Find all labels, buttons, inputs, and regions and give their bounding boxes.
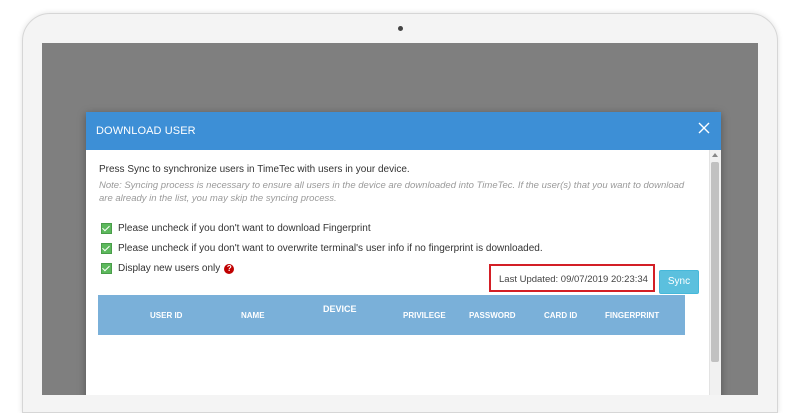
- sync-note: Note: Syncing process is necessary to en…: [99, 180, 685, 204]
- camera-icon: [398, 26, 403, 31]
- modal-scrollbar[interactable]: [709, 150, 721, 395]
- checkbox-checked-icon[interactable]: [101, 243, 112, 254]
- scrollbar-thumb[interactable]: [711, 162, 719, 362]
- column-header-privilege[interactable]: PRIVILEGE: [403, 311, 446, 320]
- modal-header: DOWNLOAD USER: [86, 112, 721, 150]
- download-user-modal: DOWNLOAD USER Press Sync to synchronize …: [86, 112, 721, 395]
- option-download-fingerprint[interactable]: Please uncheck if you don't want to down…: [101, 223, 371, 234]
- column-header-user-id[interactable]: USER ID: [150, 311, 182, 320]
- modal-title: DOWNLOAD USER: [96, 125, 196, 137]
- question-circle-icon[interactable]: ?: [224, 263, 235, 274]
- column-header-card-id[interactable]: CARD ID: [544, 311, 577, 320]
- screen: DOWNLOAD USER Press Sync to synchronize …: [42, 43, 758, 395]
- last-updated-text: Last Updated: 09/07/2019 20:23:34: [499, 274, 648, 285]
- option-label: Display new users only: [118, 263, 221, 274]
- column-header-device[interactable]: DEVICE: [323, 304, 357, 314]
- option-label: Please uncheck if you don't want to down…: [118, 223, 371, 234]
- column-header-fingerprint[interactable]: FINGERPRINT: [605, 311, 659, 320]
- close-icon[interactable]: [697, 121, 711, 135]
- checkbox-checked-icon[interactable]: [101, 223, 112, 234]
- column-header-password[interactable]: PASSWORD: [469, 311, 516, 320]
- option-overwrite-user-info[interactable]: Please uncheck if you don't want to over…: [101, 243, 543, 254]
- option-new-users-only[interactable]: Display new users only ?: [101, 263, 235, 274]
- intro-text: Press Sync to synchronize users in TimeT…: [99, 164, 410, 175]
- scroll-up-arrow-icon[interactable]: [712, 153, 718, 157]
- checkbox-checked-icon[interactable]: [101, 263, 112, 274]
- user-table-header: USER ID NAME DEVICE PRIVILEGE PASSWORD C…: [98, 295, 685, 335]
- sync-button[interactable]: Sync: [659, 270, 699, 294]
- modal-body: Press Sync to synchronize users in TimeT…: [86, 150, 708, 395]
- column-header-name[interactable]: NAME: [241, 311, 265, 320]
- option-label: Please uncheck if you don't want to over…: [118, 243, 543, 254]
